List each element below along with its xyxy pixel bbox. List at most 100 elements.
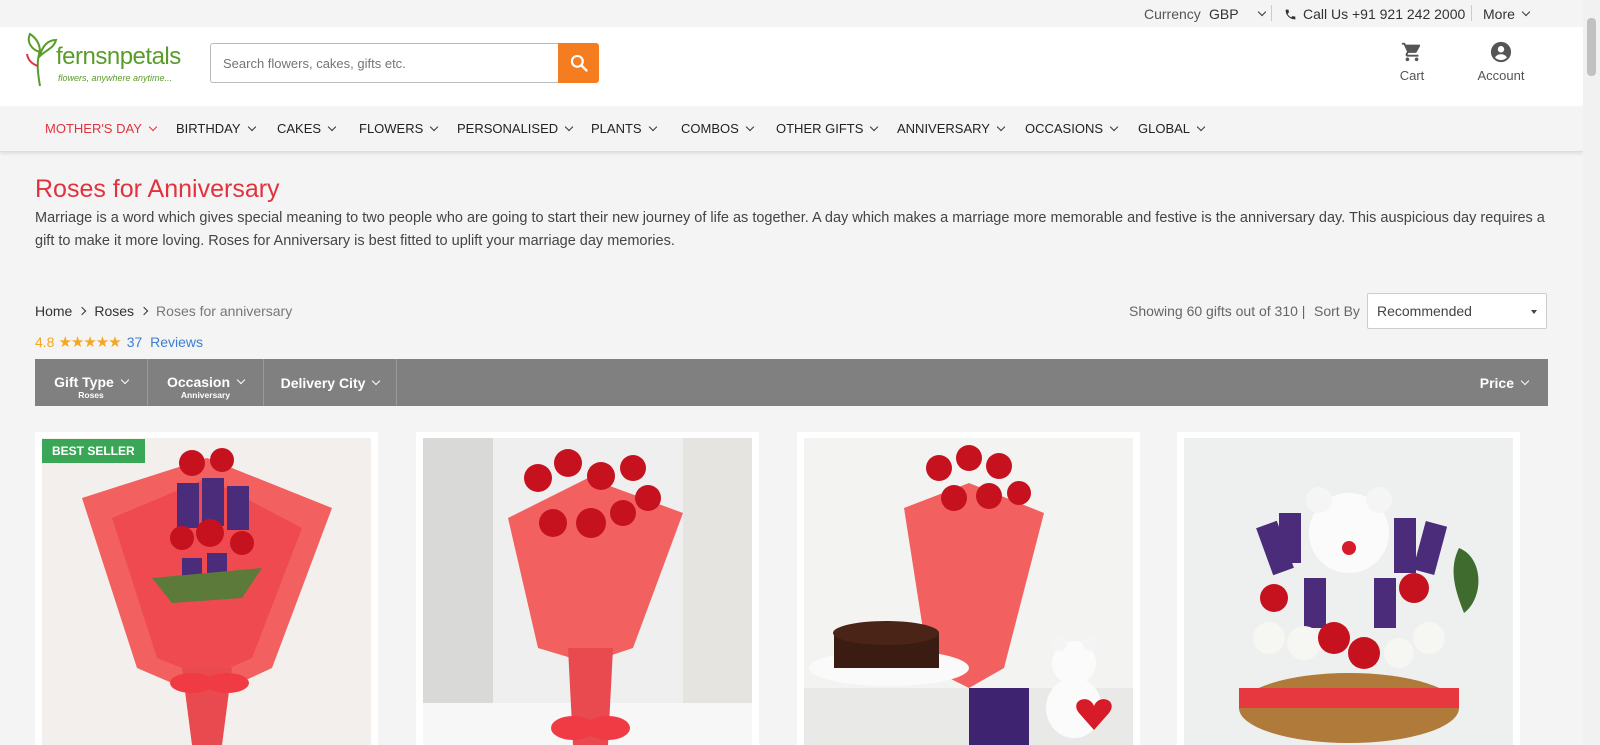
rating-score: 4.8	[35, 334, 55, 350]
nav-label: PERSONALISED	[457, 121, 559, 136]
chevron-down-icon	[564, 122, 574, 131]
nav-label: CAKES	[277, 121, 322, 136]
filter-price[interactable]: Price	[1479, 375, 1530, 391]
nav-item-other-gifts[interactable]: OTHER GIFTS	[776, 121, 879, 136]
nav-item-plants[interactable]: PLANTS	[591, 121, 657, 136]
sort-value: Recommended	[1377, 303, 1472, 319]
chevron-down-icon	[1257, 7, 1266, 17]
chevron-down-icon	[372, 376, 381, 386]
nav-item-mothers-day[interactable]: MOTHER'S DAY	[45, 121, 158, 136]
breadcrumb-current: Roses for anniversary	[156, 303, 293, 319]
search-icon	[570, 54, 588, 72]
chevron-down-icon	[870, 122, 879, 131]
account-icon	[1490, 41, 1512, 63]
chevron-down-icon	[1196, 122, 1206, 131]
nav-item-cakes[interactable]: CAKES	[277, 121, 337, 136]
call-us-text: Call Us +91 921 242 2000	[1303, 6, 1466, 22]
scrollbar-thumb[interactable]	[1587, 18, 1596, 76]
chevron-down-icon	[1109, 122, 1119, 131]
nav-item-flowers[interactable]: FLOWERS	[359, 121, 439, 136]
sort-label: Sort By	[1314, 303, 1360, 319]
product-image[interactable]	[804, 438, 1133, 745]
currency-selector[interactable]: GBP	[1209, 6, 1266, 22]
search-button[interactable]	[558, 43, 599, 83]
best-seller-badge: BEST SELLER	[42, 439, 145, 463]
divider	[1471, 5, 1472, 21]
chevron-down-icon	[1520, 376, 1530, 386]
filter-label: Delivery City	[280, 375, 366, 391]
filter-label: Gift Type	[54, 374, 114, 390]
nav-label: BIRTHDAY	[176, 121, 241, 136]
product-card[interactable]	[797, 432, 1140, 745]
rating-summary: 4.8 ★★★★★ 37 Reviews	[35, 333, 203, 351]
filter-bar: Gift Type Roses Occasion Anniversary Del…	[35, 359, 1548, 406]
nav-label: PLANTS	[591, 121, 642, 136]
page-description: Marriage is a word which gives special m…	[35, 210, 1545, 249]
product-image[interactable]	[1184, 438, 1513, 745]
results-count: Showing 60 gifts out of 310 |	[1129, 303, 1306, 319]
red-roses-bouquet-image	[423, 438, 752, 745]
currency-value: GBP	[1209, 6, 1239, 22]
breadcrumb: Home Roses Roses for anniversary	[35, 303, 292, 319]
filter-gift-type[interactable]: Gift Type Roses	[35, 359, 148, 406]
search-input[interactable]	[210, 43, 562, 83]
reviews-count: 37	[126, 334, 143, 350]
call-us-link[interactable]: Call Us +91 921 242 2000	[1284, 6, 1465, 22]
nav-label: COMBOS	[681, 121, 739, 136]
nav-item-global[interactable]: GLOBAL	[1138, 121, 1206, 136]
account-link[interactable]: Account	[1466, 41, 1536, 83]
cart-icon	[1401, 42, 1421, 62]
nav-label: ANNIVERSARY	[897, 121, 990, 136]
top-utility-bar: Currency GBP Call Us +91 921 242 2000 Mo…	[0, 0, 1583, 27]
chevron-down-icon	[996, 122, 1006, 131]
reviews-link[interactable]: 37 Reviews	[127, 334, 203, 350]
site-header: fernsnpetals flowers, anywhere anytime..…	[0, 27, 1583, 106]
nav-item-combos[interactable]: COMBOS	[681, 121, 755, 136]
chevron-down-icon	[430, 122, 439, 131]
cart-link[interactable]: Cart	[1377, 41, 1447, 83]
reviews-label: Reviews	[150, 334, 203, 350]
chevron-right-icon	[78, 306, 87, 316]
chevron-down-icon	[247, 122, 256, 131]
product-image[interactable]	[42, 438, 371, 745]
nav-label: FLOWERS	[359, 121, 424, 136]
nav-item-birthday[interactable]: BIRTHDAY	[176, 121, 256, 136]
chevron-down-icon	[1521, 7, 1531, 17]
filter-value: Roses	[78, 390, 104, 400]
nav-item-personalised[interactable]: PERSONALISED	[457, 121, 574, 136]
roses-cake-teddy-combo-image	[804, 438, 1133, 745]
phone-icon	[1285, 9, 1296, 19]
page-scrollbar[interactable]	[1583, 0, 1600, 745]
roses-chocolate-teddy-basket-image	[1184, 438, 1513, 745]
divider	[1271, 5, 1272, 21]
caret-down-icon	[1531, 310, 1537, 314]
logo-name: fernsnpetals	[56, 43, 181, 70]
breadcrumb-roses[interactable]: Roses	[94, 303, 134, 319]
breadcrumb-home[interactable]: Home	[35, 303, 72, 319]
logo-leaf-icon	[26, 32, 58, 87]
star-rating-icon: ★★★★★	[58, 334, 121, 351]
product-card[interactable]	[416, 432, 759, 745]
main-nav: MOTHER'S DAY BIRTHDAY CAKES FLOWERS PERS…	[0, 106, 1583, 152]
currency-label: Currency	[1144, 6, 1201, 22]
nav-label: OCCASIONS	[1025, 121, 1104, 136]
product-card[interactable]	[35, 432, 378, 745]
logo-tagline: flowers, anywhere anytime...	[58, 73, 173, 83]
more-menu[interactable]: More	[1483, 6, 1531, 22]
page-title: Roses for Anniversary	[35, 175, 280, 203]
sort-select[interactable]: Recommended	[1367, 293, 1547, 329]
chevron-down-icon	[745, 122, 755, 131]
filter-occasion[interactable]: Occasion Anniversary	[148, 359, 264, 406]
filter-delivery-city[interactable]: Delivery City	[264, 359, 397, 406]
product-image[interactable]	[423, 438, 752, 745]
site-logo[interactable]: fernsnpetals flowers, anywhere anytime..…	[24, 30, 194, 88]
nav-item-occasions[interactable]: OCCASIONS	[1025, 121, 1119, 136]
more-label: More	[1483, 6, 1515, 22]
filter-label: Price	[1479, 375, 1514, 391]
product-card[interactable]	[1177, 432, 1520, 745]
nav-label: OTHER GIFTS	[776, 121, 864, 136]
filter-value: Anniversary	[180, 390, 231, 400]
nav-label: GLOBAL	[1138, 121, 1191, 136]
nav-item-anniversary[interactable]: ANNIVERSARY	[897, 121, 1006, 136]
nav-label: MOTHER'S DAY	[45, 121, 142, 136]
